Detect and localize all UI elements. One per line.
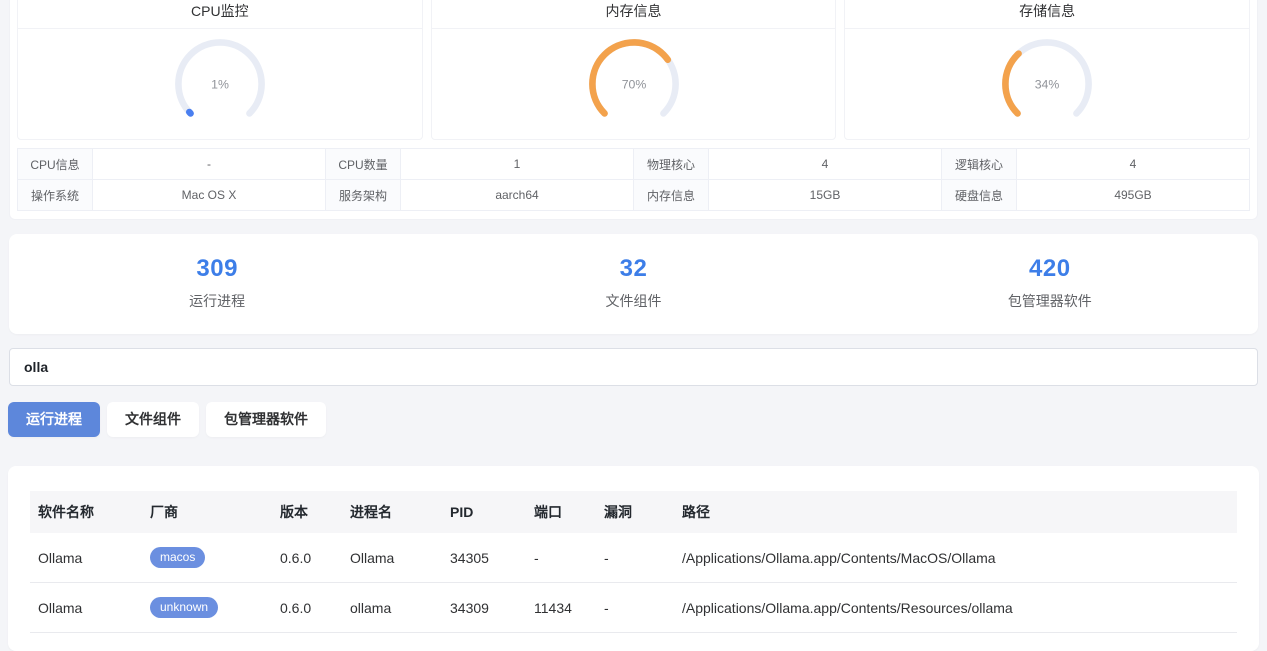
info-value: 4 — [1017, 149, 1250, 180]
col-process-name: 进程名 — [342, 491, 442, 533]
table-row: Ollama unknown 0.6.0 ollama 34309 11434 … — [30, 583, 1237, 633]
info-label: 逻辑核心 — [942, 149, 1017, 180]
stat-label: 运行进程 — [9, 291, 425, 311]
cell-path: /Applications/Ollama.app/Contents/Resour… — [674, 583, 1237, 633]
cell-port: - — [526, 533, 596, 583]
table-row: CPU信息 - CPU数量 1 物理核心 4 逻辑核心 4 — [18, 149, 1250, 180]
vendor-badge: macos — [150, 547, 205, 568]
stat-label: 包管理器软件 — [842, 291, 1258, 311]
info-value: 1 — [401, 149, 634, 180]
tab-running-processes[interactable]: 运行进程 — [8, 402, 100, 437]
info-label: 内存信息 — [634, 180, 709, 211]
cell-version: 0.6.0 — [272, 583, 342, 633]
storage-info-title: 存储信息 — [845, 0, 1249, 29]
stat-file-components: 32 文件组件 — [425, 255, 841, 311]
table-header-row: 软件名称 厂商 版本 进程名 PID 端口 漏洞 路径 — [30, 491, 1237, 533]
cell-port: 11434 — [526, 583, 596, 633]
system-monitor-card: CPU监控 1% 内存信息 70% 存储信息 34% CPU信息 - CPU数量… — [9, 0, 1258, 220]
cell-process-name: ollama — [342, 583, 442, 633]
svg-text:70%: 70% — [621, 78, 646, 92]
cell-pid: 34305 — [442, 533, 526, 583]
col-vulnerability: 漏洞 — [596, 491, 674, 533]
stat-label: 文件组件 — [425, 291, 841, 311]
info-label: 硬盘信息 — [942, 180, 1017, 211]
cell-process-name: Ollama — [342, 533, 442, 583]
info-value: Mac OS X — [93, 180, 326, 211]
stat-running-processes: 309 运行进程 — [9, 255, 425, 311]
col-version: 版本 — [272, 491, 342, 533]
info-value: 495GB — [1017, 180, 1250, 211]
col-port: 端口 — [526, 491, 596, 533]
memory-info-title: 内存信息 — [432, 0, 836, 29]
stat-value: 309 — [9, 255, 425, 283]
vendor-badge: unknown — [150, 597, 218, 618]
info-value: 4 — [709, 149, 942, 180]
cpu-monitor-panel: CPU监控 1% — [17, 0, 423, 140]
col-software-name: 软件名称 — [30, 491, 142, 533]
cpu-usage-gauge: 1% — [168, 32, 272, 136]
col-path: 路径 — [674, 491, 1237, 533]
gauge-panels: CPU监控 1% 内存信息 70% 存储信息 34% — [17, 0, 1250, 140]
category-tabs: 运行进程 文件组件 包管理器软件 — [8, 402, 1259, 437]
process-table-card: 软件名称 厂商 版本 进程名 PID 端口 漏洞 路径 Ollama macos… — [8, 466, 1259, 651]
stat-value: 420 — [842, 255, 1258, 283]
cell-vulnerability: - — [596, 583, 674, 633]
info-value: aarch64 — [401, 180, 634, 211]
col-pid: PID — [442, 491, 526, 533]
info-label: CPU数量 — [326, 149, 401, 180]
memory-info-panel: 内存信息 70% — [431, 0, 837, 140]
table-row: Ollama macos 0.6.0 Ollama 34305 - - /App… — [30, 533, 1237, 583]
svg-text:34%: 34% — [1035, 78, 1060, 92]
storage-usage-gauge: 34% — [995, 32, 1099, 136]
cell-path: /Applications/Ollama.app/Contents/MacOS/… — [674, 533, 1237, 583]
cell-version: 0.6.0 — [272, 533, 342, 583]
info-value: 15GB — [709, 180, 942, 211]
memory-usage-gauge: 70% — [582, 32, 686, 136]
tab-file-components[interactable]: 文件组件 — [107, 402, 199, 437]
info-label: 操作系统 — [18, 180, 93, 211]
stat-value: 32 — [425, 255, 841, 283]
svg-text:1%: 1% — [211, 78, 229, 92]
cpu-monitor-title: CPU监控 — [18, 0, 422, 29]
cell-pid: 34309 — [442, 583, 526, 633]
system-info-table: CPU信息 - CPU数量 1 物理核心 4 逻辑核心 4 操作系统 Mac O… — [17, 148, 1250, 211]
info-value: - — [93, 149, 326, 180]
storage-info-panel: 存储信息 34% — [844, 0, 1250, 140]
process-table: 软件名称 厂商 版本 进程名 PID 端口 漏洞 路径 Ollama macos… — [30, 491, 1237, 633]
tab-package-manager-software[interactable]: 包管理器软件 — [206, 402, 326, 437]
col-vendor: 厂商 — [142, 491, 272, 533]
cell-software-name: Ollama — [30, 583, 142, 633]
stat-package-manager-software: 420 包管理器软件 — [842, 255, 1258, 311]
summary-stats-card: 309 运行进程 32 文件组件 420 包管理器软件 — [9, 234, 1258, 334]
info-label: 物理核心 — [634, 149, 709, 180]
cell-vulnerability: - — [596, 533, 674, 583]
cell-software-name: Ollama — [30, 533, 142, 583]
table-row: 操作系统 Mac OS X 服务架构 aarch64 内存信息 15GB 硬盘信… — [18, 180, 1250, 211]
search-input[interactable] — [9, 348, 1258, 386]
info-label: 服务架构 — [326, 180, 401, 211]
info-label: CPU信息 — [18, 149, 93, 180]
